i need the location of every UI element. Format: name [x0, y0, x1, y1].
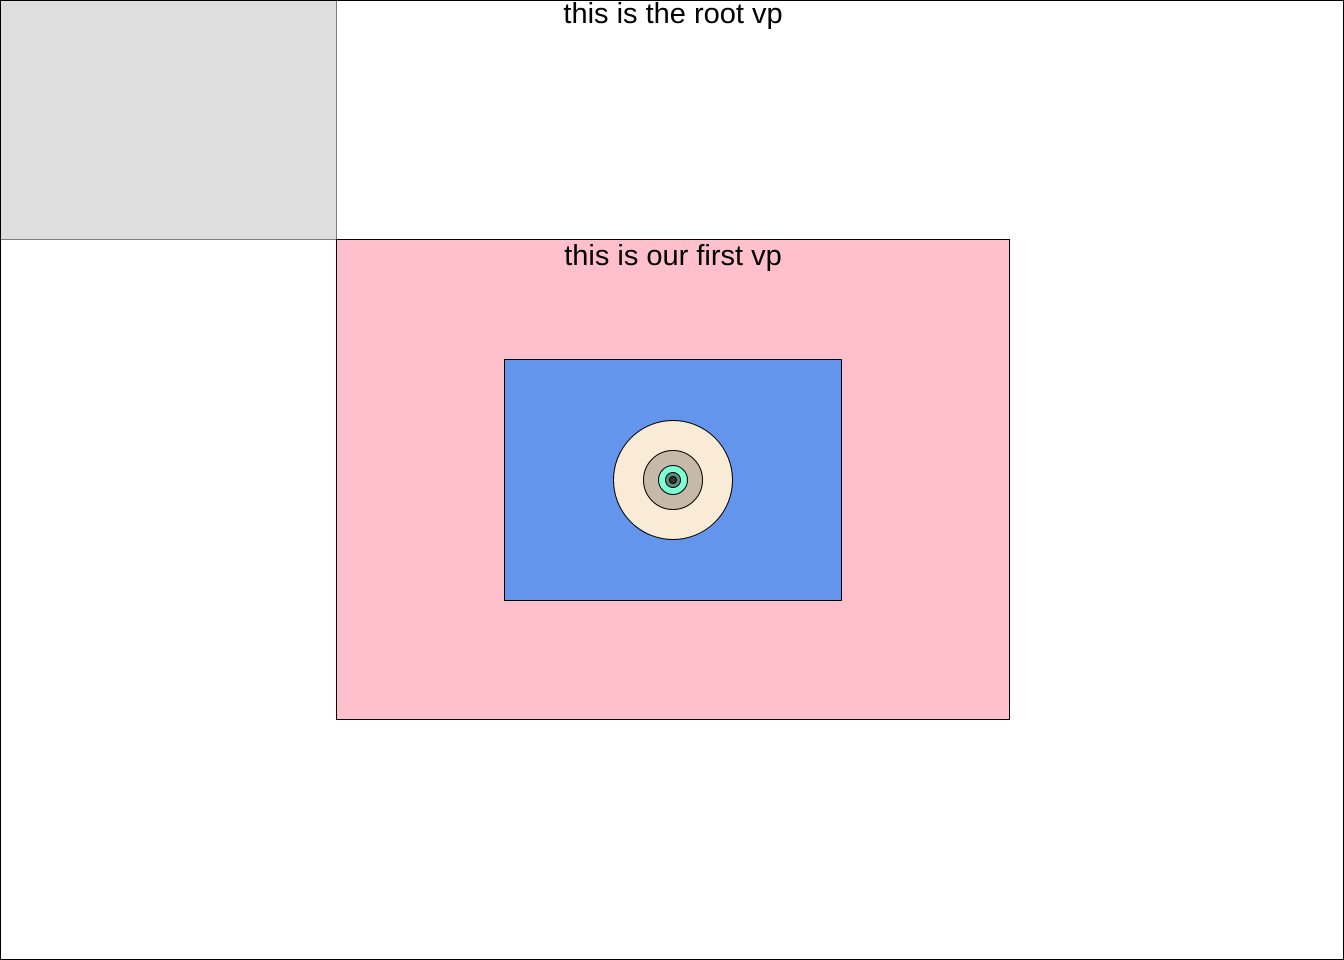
corner-grey-rectangle	[1, 1, 337, 240]
first-viewport-title: this is our first vp	[564, 240, 782, 272]
root-viewport-title: this is the root vp	[563, 0, 783, 30]
circle-center	[669, 476, 677, 484]
root-viewport: this is the root vp this is our first vp	[0, 0, 1344, 960]
